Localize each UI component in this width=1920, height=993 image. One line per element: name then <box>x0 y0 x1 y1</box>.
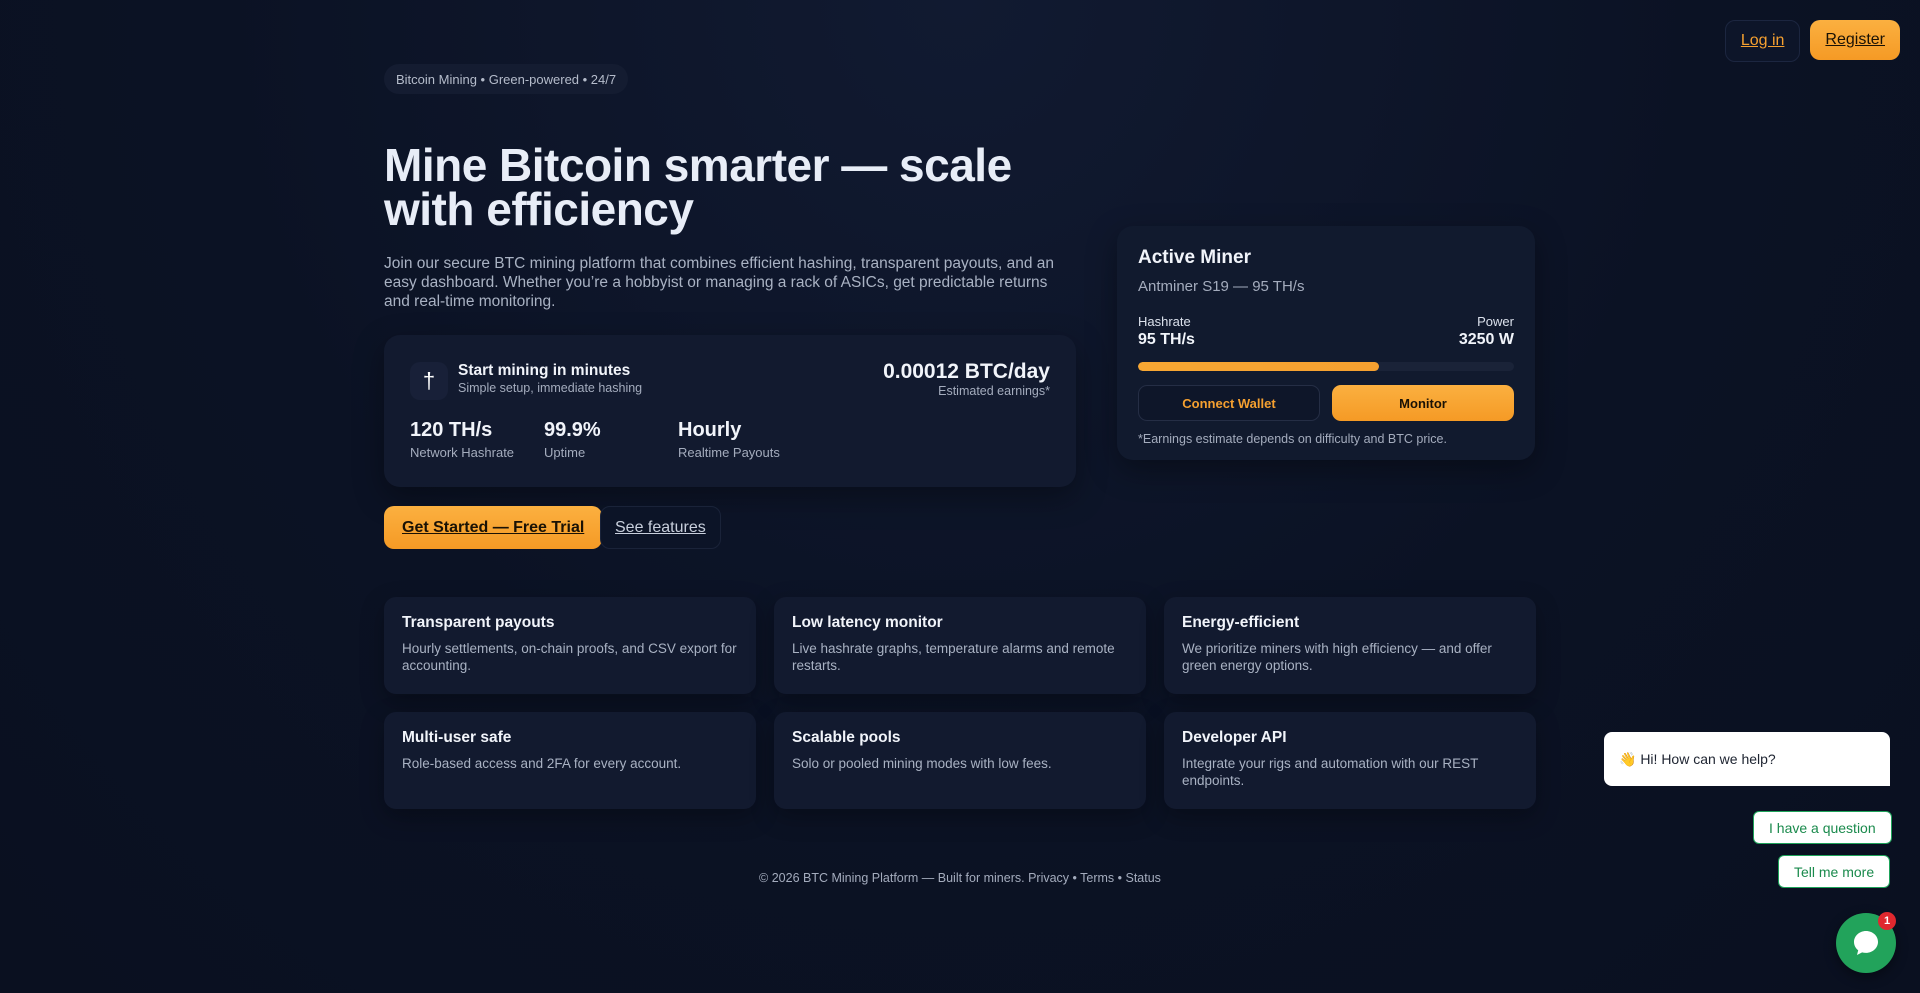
stat-value: 99.9% <box>544 419 601 441</box>
feature-card: Energy-efficient We prioritize miners wi… <box>1164 597 1536 694</box>
stat-label: Network Hashrate <box>410 445 515 460</box>
chat-option-question[interactable]: I have a question <box>1753 811 1892 844</box>
feature-title: Low latency monitor <box>792 614 943 631</box>
feature-title: Developer API <box>1182 729 1287 746</box>
feature-description: We prioritize miners with high efficienc… <box>1182 641 1492 673</box>
earnings-value: 0.00012 BTC/day <box>883 360 1050 383</box>
features-grid: Transparent payouts Hourly settlements, … <box>384 597 1536 809</box>
earnings-note: *Earnings estimate depends on difficulty… <box>1138 432 1447 446</box>
start-subtitle: Simple setup, immediate hashing <box>458 381 643 395</box>
power-label: Power <box>1477 314 1514 329</box>
footer: © 2026 BTC Mining Platform — Built for m… <box>759 871 1161 885</box>
miner-title: Active Miner <box>1138 247 1251 268</box>
feature-title: Energy-efficient <box>1182 614 1300 631</box>
feature-title: Transparent payouts <box>402 614 555 631</box>
feature-description: Solo or pooled mining modes with low fee… <box>792 756 1052 771</box>
hashrate-progress-bar <box>1138 362 1514 371</box>
miner-model: Antminer S19 — 95 TH/s <box>1138 278 1305 295</box>
stat-value: Hourly <box>678 419 742 441</box>
progress-fill <box>1138 362 1379 371</box>
monitor-button[interactable]: Monitor <box>1332 385 1514 421</box>
stats-card: † Start mining in minutes Simple setup, … <box>384 335 1076 487</box>
hashrate-label: Hashrate <box>1138 314 1191 329</box>
start-title: Start mining in minutes <box>458 362 631 379</box>
feature-card: Scalable pools Solo or pooled mining mod… <box>774 712 1146 809</box>
feature-title: Scalable pools <box>792 729 901 746</box>
power-value: 3250 W <box>1458 331 1514 348</box>
see-features-link[interactable]: See features <box>600 506 721 549</box>
stat-value: 120 TH/s <box>410 419 493 441</box>
feature-description: Live hashrate graphs, temperature alarms… <box>792 641 1115 673</box>
active-miner-card: Active Miner Antminer S19 — 95 TH/s Hash… <box>1117 226 1535 460</box>
feature-description: Integrate your rigs and automation with … <box>1182 756 1479 788</box>
earnings-label: Estimated earnings* <box>938 384 1050 398</box>
top-nav: Log in Register <box>1724 20 1900 62</box>
chat-greeting-bubble: 👋 Hi! How can we help? <box>1604 732 1890 786</box>
feature-card: Transparent payouts Hourly settlements, … <box>384 597 756 694</box>
connect-wallet-button[interactable]: Connect Wallet <box>1138 385 1320 421</box>
notification-badge: 1 <box>1878 912 1896 930</box>
stat-payouts: Hourly Realtime Payouts <box>678 418 780 460</box>
chat-option-more[interactable]: Tell me more <box>1778 855 1891 888</box>
feature-card: Low latency monitor Live hashrate graphs… <box>774 597 1146 694</box>
hero-title: Mine Bitcoin smarter — scale with effici… <box>384 139 1012 235</box>
hashrate-value: 95 TH/s <box>1138 331 1195 348</box>
feature-description: Role-based access and 2FA for every acco… <box>402 756 682 771</box>
stat-uptime: 99.9% Uptime <box>544 418 601 460</box>
login-link[interactable]: Log in <box>1724 20 1801 62</box>
feature-card: Multi-user safe Role-based access and 2F… <box>384 712 756 809</box>
feature-description: Hourly settlements, on-chain proofs, and… <box>402 641 737 673</box>
stat-label: Realtime Payouts <box>678 445 780 460</box>
hero-description: Join our secure BTC mining platform that… <box>384 255 1055 310</box>
stat-network-hashrate: 120 TH/s Network Hashrate <box>410 418 514 460</box>
tagline-pill: Bitcoin Mining • Green-powered • 24/7 <box>384 64 629 94</box>
feature-title: Multi-user safe <box>402 729 512 746</box>
get-started-button[interactable]: Get Started — Free Trial <box>384 506 603 549</box>
register-button[interactable]: Register <box>1810 20 1900 60</box>
chat-bubble-icon <box>1854 931 1878 955</box>
dagger-icon: † <box>410 362 448 400</box>
feature-card: Developer API Integrate your rigs and au… <box>1164 712 1536 809</box>
stat-label: Uptime <box>544 445 586 460</box>
